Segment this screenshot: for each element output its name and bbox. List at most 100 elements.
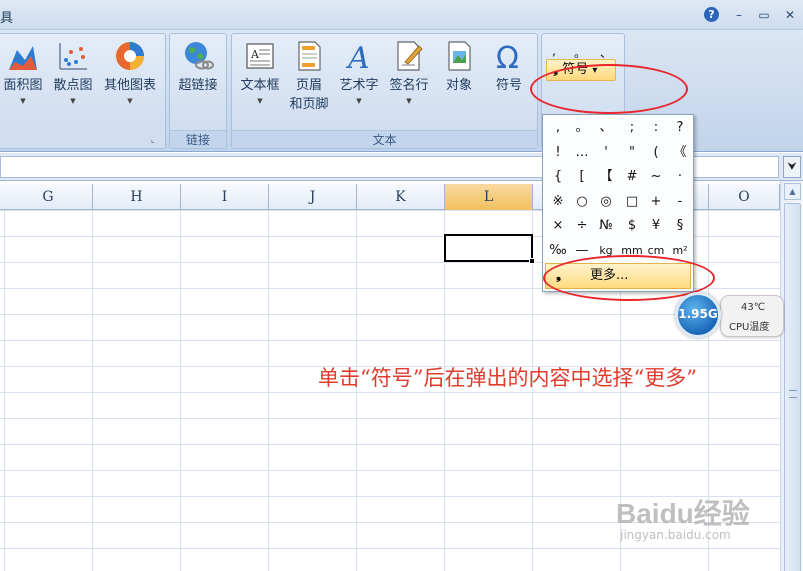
- symbol-cell[interactable]: №: [595, 214, 617, 238]
- chevron-down-icon: ▼: [356, 97, 362, 105]
- baidu-watermark: Baidu经验 jingyan.baidu.com: [616, 492, 750, 542]
- symbol-cell[interactable]: ·: [669, 165, 691, 189]
- symbol-cell[interactable]: +: [645, 190, 667, 214]
- cpu-temperature: 43℃: [741, 302, 765, 313]
- column-header-o[interactable]: O: [709, 184, 780, 210]
- help-button[interactable]: ?: [704, 7, 719, 22]
- scrollbar-grip: [789, 390, 797, 398]
- active-cell[interactable]: [444, 234, 533, 262]
- symbol-cell[interactable]: ': [595, 141, 617, 165]
- column-header-i[interactable]: I: [181, 184, 269, 210]
- chevron-down-icon: ▼: [257, 97, 263, 105]
- header-footer-button[interactable]: 页眉 和页脚: [286, 40, 332, 114]
- symbol-cell[interactable]: 。: [571, 116, 593, 140]
- symbol-cell[interactable]: :: [645, 116, 667, 140]
- symbol-cell[interactable]: ○: [571, 190, 593, 214]
- symbol-cell[interactable]: #: [621, 165, 643, 189]
- symbol-button[interactable]: Ω 符号: [484, 40, 534, 96]
- chevron-down-icon: ▼: [406, 97, 412, 105]
- svg-text:A: A: [250, 48, 260, 61]
- svg-text:Ω: Ω: [496, 41, 519, 72]
- chevron-down-icon: ▼: [70, 97, 76, 105]
- wordart-button[interactable]: A 艺术字 ▼: [334, 40, 384, 106]
- symbol-cell[interactable]: -: [669, 190, 691, 214]
- annotation-ellipse-symbol: [530, 64, 688, 114]
- scatter-chart-label: 散点图: [53, 78, 93, 93]
- object-button[interactable]: 对象: [436, 40, 482, 96]
- instruction-caption: 单击“符号”后在弹出的内容中选择“更多”: [318, 366, 697, 390]
- quick-symbol[interactable]: ,: [546, 44, 562, 58]
- links-group: 超链接 链接: [169, 33, 227, 149]
- symbol-cell[interactable]: (: [645, 141, 667, 165]
- signature-line-icon: [397, 41, 423, 71]
- symbol-label: 符号: [495, 78, 522, 93]
- other-charts-label: 其他图表: [103, 78, 156, 93]
- hyperlink-label: 超链接: [178, 78, 218, 93]
- symbol-cell[interactable]: ‰: [547, 239, 569, 263]
- symbol-cell[interactable]: ;: [621, 116, 643, 140]
- symbol-cell[interactable]: …: [571, 141, 593, 165]
- text-group-label: 文本: [232, 130, 537, 148]
- column-header-k[interactable]: K: [357, 184, 445, 210]
- chevron-down-icon: ▼: [127, 97, 133, 105]
- symbol-cell[interactable]: 《: [669, 141, 691, 165]
- object-label: 对象: [445, 78, 472, 93]
- object-icon: [448, 41, 471, 71]
- fill-handle[interactable]: [529, 258, 535, 264]
- symbol-cell[interactable]: ¥: [645, 214, 667, 238]
- symbol-cell[interactable]: ?: [669, 116, 691, 140]
- text-group: A 文本框 ▼ 页眉 和页脚 A 艺术字 ▼ 签名行 ▼ 对象 Ω 符号 文本: [231, 33, 538, 149]
- restore-button[interactable]: ▭: [756, 7, 772, 23]
- symbol-cell[interactable]: ,: [547, 116, 569, 140]
- symbol-cell[interactable]: 【: [595, 165, 617, 189]
- other-charts-button[interactable]: 其他图表 ▼: [99, 40, 161, 106]
- watermark-brand: Baidu经验: [616, 498, 750, 529]
- text-box-button[interactable]: A 文本框 ▼: [234, 40, 286, 106]
- cpu-temperature-label: CPU温度: [729, 322, 770, 333]
- minimize-button[interactable]: –: [731, 7, 747, 23]
- window-title: 具: [0, 11, 14, 26]
- symbol-cell[interactable]: ×: [547, 214, 569, 238]
- symbol-cell[interactable]: ": [621, 141, 643, 165]
- vertical-scrollbar[interactable]: ▲: [780, 181, 803, 571]
- symbol-cell[interactable]: ÷: [571, 214, 593, 238]
- column-header-g[interactable]: G: [4, 184, 93, 210]
- symbol-cell[interactable]: !: [547, 141, 569, 165]
- symbol-cell[interactable]: ※: [547, 190, 569, 214]
- column-header-j[interactable]: J: [269, 184, 357, 210]
- close-button[interactable]: ✕: [782, 7, 798, 23]
- expand-formula-bar-button[interactable]: ⮟: [783, 156, 801, 178]
- column-header-l[interactable]: L: [445, 184, 533, 210]
- header-footer-label-2: 和页脚: [289, 97, 329, 112]
- omega-symbol-icon: Ω: [496, 41, 519, 72]
- text-box-icon: A: [246, 43, 274, 69]
- dialog-launcher-icon[interactable]: ⌞: [151, 135, 161, 145]
- hyperlink-button[interactable]: 超链接: [172, 40, 224, 96]
- wordart-label: 艺术字: [339, 78, 379, 93]
- area-chart-button[interactable]: 面积图 ▼: [0, 40, 47, 106]
- header-footer-label: 页眉: [295, 78, 322, 93]
- svg-text:A: A: [345, 41, 370, 72]
- symbol-cell[interactable]: [: [571, 165, 593, 189]
- cpu-temperature-widget[interactable]: 43℃ CPU温度: [720, 295, 784, 337]
- scroll-up-icon[interactable]: ▲: [784, 183, 801, 200]
- other-charts-icon: [116, 42, 144, 70]
- symbol-cell[interactable]: 、: [595, 116, 617, 140]
- watermark-site: jingyan.baidu.com: [620, 528, 731, 542]
- scatter-chart-button[interactable]: 散点图 ▼: [49, 40, 97, 106]
- symbol-cell[interactable]: $: [621, 214, 643, 238]
- links-group-label: 链接: [170, 130, 226, 148]
- symbol-cell[interactable]: ◎: [595, 190, 617, 214]
- signature-line-button[interactable]: 签名行 ▼: [384, 40, 434, 106]
- column-header-h[interactable]: H: [93, 184, 181, 210]
- symbol-cell[interactable]: ~: [645, 165, 667, 189]
- cpu-gauge[interactable]: 1.95G: [675, 292, 721, 338]
- area-chart-icon: [9, 46, 37, 70]
- signature-line-label: 签名行: [389, 78, 429, 93]
- text-box-label: 文本框: [240, 78, 280, 93]
- cpu-frequency: 1.95G: [678, 307, 718, 321]
- scrollbar-thumb[interactable]: [784, 203, 801, 571]
- symbol-cell[interactable]: {: [547, 165, 569, 189]
- symbol-cell[interactable]: □: [621, 190, 643, 214]
- symbol-cell[interactable]: §: [669, 214, 691, 238]
